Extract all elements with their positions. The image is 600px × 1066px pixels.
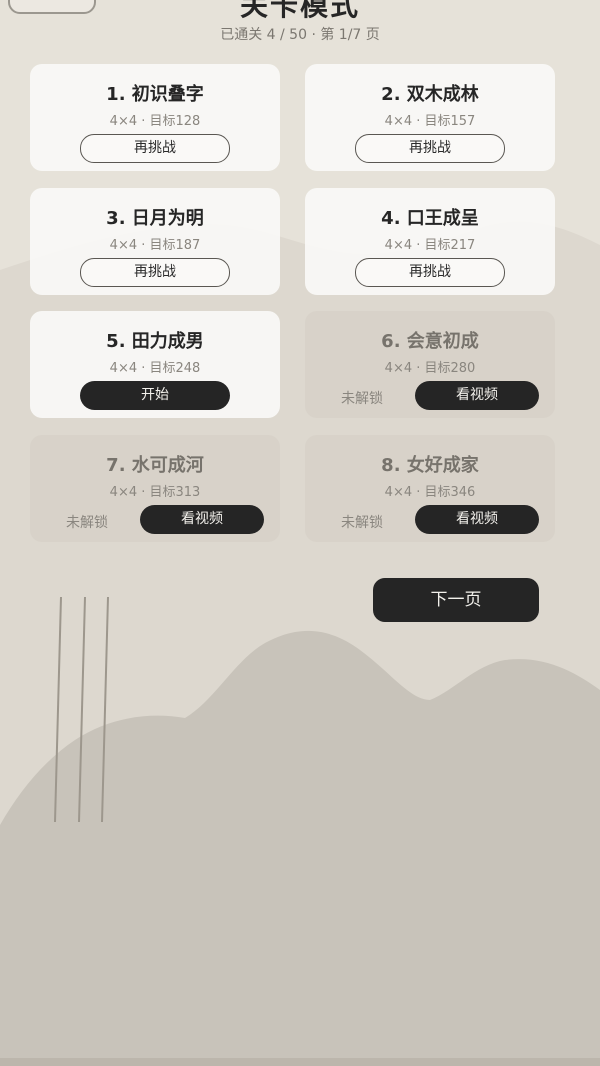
rechallenge-button[interactable]: 再挑战 [80, 258, 230, 287]
start-button[interactable]: 开始 [80, 381, 230, 410]
watch-video-button[interactable]: 看视频 [415, 505, 539, 534]
level-title: 8. 女好成家 [381, 455, 479, 476]
level-title: 1. 初识叠字 [106, 84, 204, 105]
level-meta: 4×4 · 目标248 [109, 361, 201, 376]
level-card-3: 3. 日月为明 4×4 · 目标187 再挑战 [30, 188, 280, 295]
rechallenge-button[interactable]: 再挑战 [355, 134, 505, 163]
locked-label: 未解锁 [341, 515, 383, 531]
level-title: 4. 口王成呈 [381, 208, 479, 229]
next-page-button[interactable]: 下一页 [373, 578, 539, 622]
level-meta: 4×4 · 目标280 [384, 361, 476, 376]
level-meta: 4×4 · 目标187 [109, 238, 201, 253]
level-meta: 4×4 · 目标217 [384, 238, 476, 253]
watch-video-button[interactable]: 看视频 [415, 381, 539, 410]
level-card-8: 8. 女好成家 4×4 · 目标346 未解锁 看视频 [305, 435, 555, 542]
level-card-4: 4. 口王成呈 4×4 · 目标217 再挑战 [305, 188, 555, 295]
bottom-strip [0, 1058, 600, 1066]
page-title: 关卡模式 [239, 0, 360, 22]
locked-label: 未解锁 [341, 391, 383, 407]
level-meta: 4×4 · 目标313 [109, 485, 201, 500]
level-meta: 4×4 · 目标157 [384, 114, 476, 129]
rechallenge-button[interactable]: 再挑战 [80, 134, 230, 163]
level-title: 2. 双木成林 [381, 84, 479, 105]
level-card-2: 2. 双木成林 4×4 · 目标157 再挑战 [305, 64, 555, 171]
level-title: 5. 田力成男 [106, 331, 204, 352]
level-card-5: 5. 田力成男 4×4 · 目标248 开始 [30, 311, 280, 418]
locked-label: 未解锁 [66, 515, 108, 531]
rechallenge-button[interactable]: 再挑战 [355, 258, 505, 287]
progress-subtitle: 已通关 4 / 50 · 第 1/7 页 [220, 27, 380, 43]
level-meta: 4×4 · 目标346 [384, 485, 476, 500]
level-title: 3. 日月为明 [106, 208, 204, 229]
level-card-1: 1. 初识叠字 4×4 · 目标128 再挑战 [30, 64, 280, 171]
level-title: 7. 水可成河 [106, 455, 204, 476]
level-meta: 4×4 · 目标128 [109, 114, 201, 129]
level-card-7: 7. 水可成河 4×4 · 目标313 未解锁 看视频 [30, 435, 280, 542]
level-title: 6. 会意初成 [381, 331, 479, 352]
level-card-6: 6. 会意初成 4×4 · 目标280 未解锁 看视频 [305, 311, 555, 418]
watch-video-button[interactable]: 看视频 [140, 505, 264, 534]
